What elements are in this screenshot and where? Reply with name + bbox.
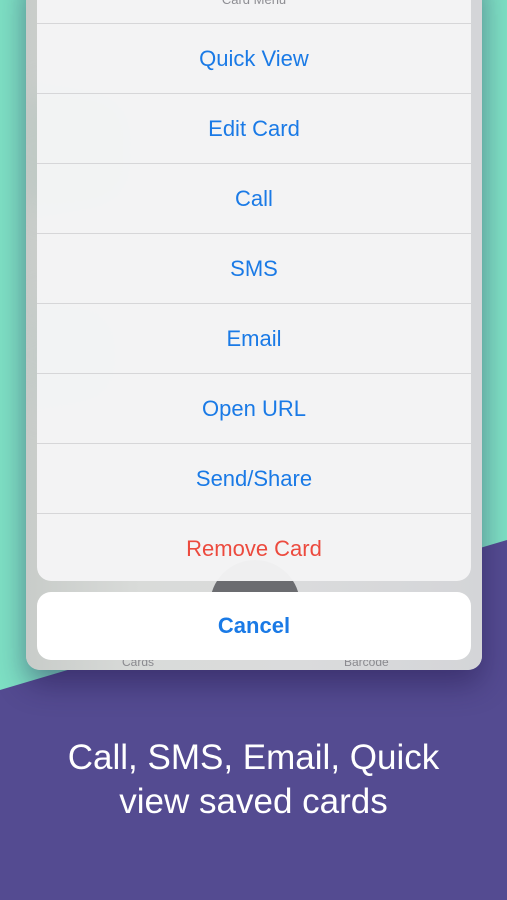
action-sheet-title: Card Menu: [37, 0, 471, 24]
action-sheet: Card Menu Quick View Edit Card Call SMS …: [37, 0, 471, 581]
send-share-button[interactable]: Send/Share: [37, 444, 471, 514]
open-url-button[interactable]: Open URL: [37, 374, 471, 444]
edit-card-button[interactable]: Edit Card: [37, 94, 471, 164]
caption-line-1: Call, SMS, Email, Quick: [67, 738, 440, 777]
caption-line-2: view saved cards: [119, 782, 388, 821]
sms-button[interactable]: SMS: [37, 234, 471, 304]
call-button[interactable]: Call: [37, 164, 471, 234]
remove-card-button[interactable]: Remove Card: [37, 514, 471, 581]
cancel-button[interactable]: Cancel: [37, 592, 471, 660]
email-button[interactable]: Email: [37, 304, 471, 374]
quick-view-button[interactable]: Quick View: [37, 24, 471, 94]
promo-caption: Call, SMS, Email, Quick view saved cards: [0, 736, 507, 824]
